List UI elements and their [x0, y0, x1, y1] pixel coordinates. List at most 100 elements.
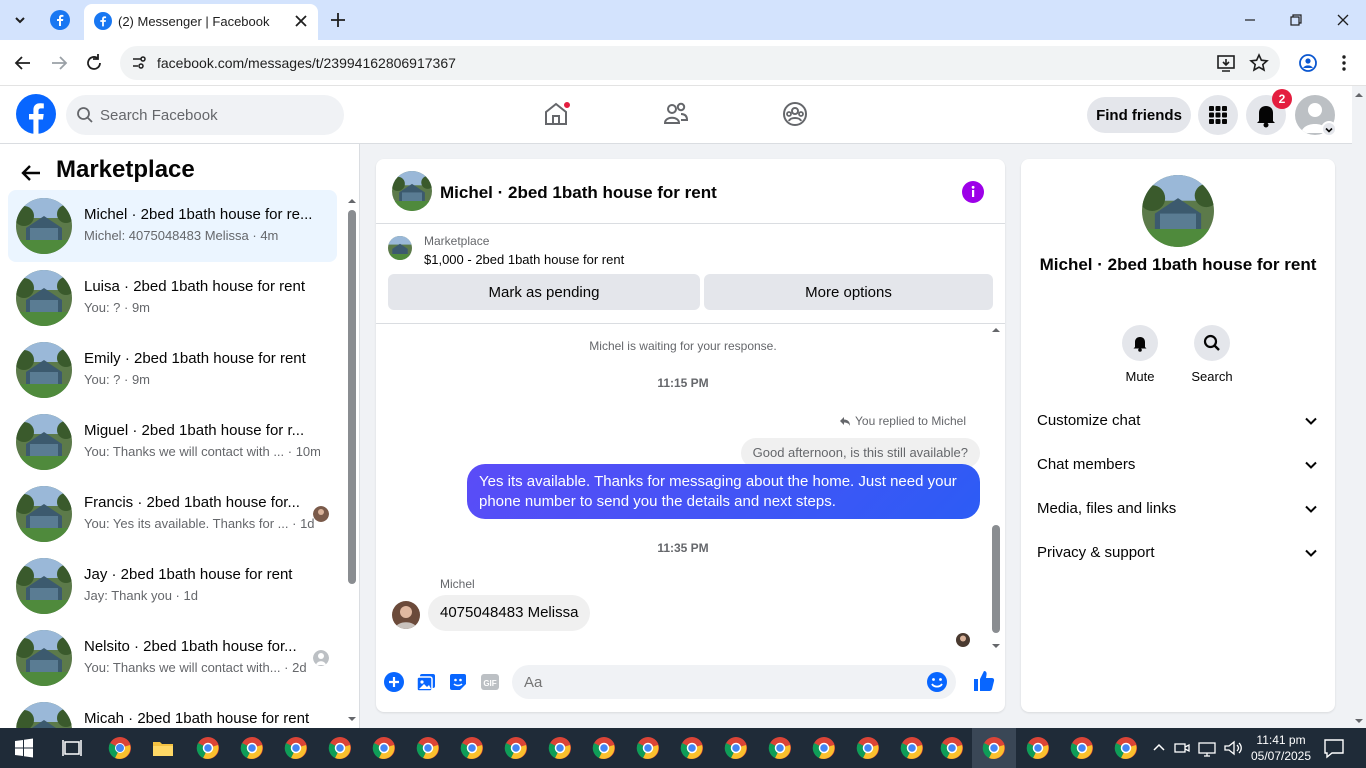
conversation-item[interactable]: Nelsito · 2bed 1bath house for... You: T… [8, 622, 337, 694]
thumbs-up-icon[interactable] [972, 669, 996, 693]
inbox-scrollbar[interactable] [347, 196, 357, 724]
notification-center-icon[interactable] [1322, 736, 1346, 760]
conversation-item[interactable]: Michel · 2bed 1bath house for re... Mich… [8, 190, 337, 262]
bookmark-star-icon[interactable] [1248, 52, 1270, 74]
chrome-profile-icon[interactable] [548, 736, 572, 760]
find-friends-button[interactable]: Find friends [1087, 97, 1191, 133]
chrome-profile-icon[interactable] [416, 736, 440, 760]
chrome-profile-icon[interactable] [196, 736, 220, 760]
more-options-button[interactable]: More options [704, 274, 993, 310]
chrome-profile-icon[interactable] [940, 736, 964, 760]
facebook-search-input[interactable] [100, 95, 330, 135]
conversation-name: Michel · 2bed 1bath house for rent [1039, 255, 1317, 274]
reload-icon[interactable] [83, 52, 105, 74]
close-window-icon[interactable] [1333, 10, 1353, 30]
chrome-profile-icon[interactable] [768, 736, 792, 760]
friends-icon[interactable] [662, 100, 690, 128]
conversation-item[interactable]: Francis · 2bed 1bath house for... You: Y… [8, 478, 337, 550]
menu-button[interactable] [1198, 95, 1238, 135]
browser-menu-icon[interactable] [1333, 52, 1355, 74]
chat-members-row[interactable]: Chat members [1029, 445, 1327, 485]
listing-thumbnail[interactable] [388, 236, 412, 260]
restore-icon[interactable] [1286, 10, 1306, 30]
chrome-profile-icon[interactable] [812, 736, 836, 760]
house-thumbnail [16, 630, 72, 686]
task-view-icon[interactable] [60, 736, 84, 760]
mark-as-pending-button[interactable]: Mark as pending [388, 274, 700, 310]
chrome-profile-icon[interactable] [592, 736, 616, 760]
tab-messenger[interactable]: (2) Messenger | Facebook [84, 4, 318, 40]
conversation-item[interactable]: Jay · 2bed 1bath house for rent Jay: Tha… [8, 550, 337, 622]
back-icon[interactable] [12, 52, 34, 74]
groups-icon[interactable] [781, 100, 809, 128]
mute-button[interactable]: Mute [1110, 325, 1170, 384]
sticker-icon[interactable] [447, 671, 469, 693]
chrome-profile-icon[interactable] [1070, 736, 1094, 760]
chrome-profile-icon[interactable] [724, 736, 748, 760]
conversation-preview: You: Yes its available. Thanks for ... ·… [84, 516, 315, 531]
listing-price[interactable]: $1,000 - 2bed 1bath house for rent [424, 252, 624, 267]
chrome-profile-icon[interactable] [240, 736, 264, 760]
conversation-item[interactable]: Luisa · 2bed 1bath house for rent You: ?… [8, 262, 337, 334]
chrome-profile-icon[interactable] [1026, 736, 1050, 760]
profile-icon[interactable] [1297, 52, 1319, 74]
page-scrollbar[interactable] [1352, 86, 1366, 728]
back-arrow-icon[interactable] [20, 162, 42, 184]
chat-title[interactable]: Michel · 2bed 1bath house for rent [440, 183, 717, 203]
facebook-search[interactable] [66, 95, 344, 135]
chrome-profile-icon[interactable] [504, 736, 528, 760]
windows-start-icon[interactable] [12, 736, 36, 760]
chrome-profile-icon[interactable] [982, 736, 1006, 760]
minimize-icon[interactable] [1240, 10, 1260, 30]
inbox-scroll-thumb[interactable] [348, 210, 356, 584]
chrome-icon[interactable] [108, 736, 132, 760]
chrome-profile-icon[interactable] [856, 736, 880, 760]
facebook-pinned-tab-icon[interactable] [50, 10, 70, 30]
chrome-profile-icon[interactable] [372, 736, 396, 760]
volume-icon[interactable] [1222, 736, 1244, 760]
message-input-box[interactable] [512, 665, 956, 699]
chrome-profile-icon[interactable] [636, 736, 660, 760]
search-in-conversation-button[interactable]: Search [1182, 325, 1242, 384]
chrome-profile-icon[interactable] [328, 736, 352, 760]
conversation-item[interactable]: Miguel · 2bed 1bath house for r... You: … [8, 406, 337, 478]
chat-thumbnail[interactable] [392, 171, 432, 211]
new-tab-icon[interactable] [328, 10, 348, 30]
account-chevron-icon[interactable] [1321, 121, 1337, 137]
facebook-logo-icon[interactable] [16, 94, 56, 134]
gif-icon[interactable]: GIF [479, 671, 501, 693]
file-explorer-icon[interactable] [151, 736, 175, 760]
info-icon[interactable] [962, 181, 984, 203]
privacy-support-row[interactable]: Privacy & support [1029, 533, 1327, 573]
sender-avatar[interactable] [392, 601, 420, 629]
site-info-icon[interactable] [130, 54, 148, 72]
chrome-profile-icon[interactable] [284, 736, 308, 760]
tray-chevron-up-icon[interactable] [1150, 736, 1168, 760]
message-input[interactable] [524, 665, 914, 699]
chrome-profile-icon[interactable] [680, 736, 704, 760]
chrome-profile-icon[interactable] [900, 736, 924, 760]
outgoing-message[interactable]: Yes its available. Thanks for messaging … [467, 464, 980, 519]
chrome-profile-icon[interactable] [460, 736, 484, 760]
meet-now-icon[interactable] [1172, 736, 1192, 760]
home-notification-dot [562, 100, 572, 110]
url-bar[interactable]: facebook.com/messages/t/2399416280691736… [120, 46, 1280, 80]
add-plus-icon[interactable] [383, 671, 405, 693]
photo-icon[interactable] [415, 671, 437, 693]
incoming-message[interactable]: 4075048483 Melissa [428, 595, 591, 631]
chat-scrollbar[interactable] [990, 325, 1002, 651]
network-icon[interactable] [1196, 736, 1218, 760]
media-files-links-row[interactable]: Media, files and links [1029, 489, 1327, 529]
customize-chat-row[interactable]: Customize chat [1029, 401, 1327, 441]
chrome-profile-icon[interactable] [1114, 736, 1138, 760]
conversation-item[interactable]: Micah · 2bed 1bath house for rent [8, 694, 337, 728]
install-app-icon[interactable] [1215, 52, 1237, 74]
tab-search-chevron-icon[interactable] [8, 8, 32, 32]
close-tab-icon[interactable] [292, 12, 310, 30]
forward-icon[interactable] [48, 52, 70, 74]
taskbar-clock[interactable]: 11:41 pm 05/07/2025 [1250, 732, 1312, 764]
conversation-avatar[interactable] [1142, 175, 1214, 247]
chat-scroll-thumb[interactable] [992, 525, 1000, 633]
conversation-item[interactable]: Emily · 2bed 1bath house for rent You: ?… [8, 334, 337, 406]
emoji-icon[interactable] [926, 671, 948, 693]
